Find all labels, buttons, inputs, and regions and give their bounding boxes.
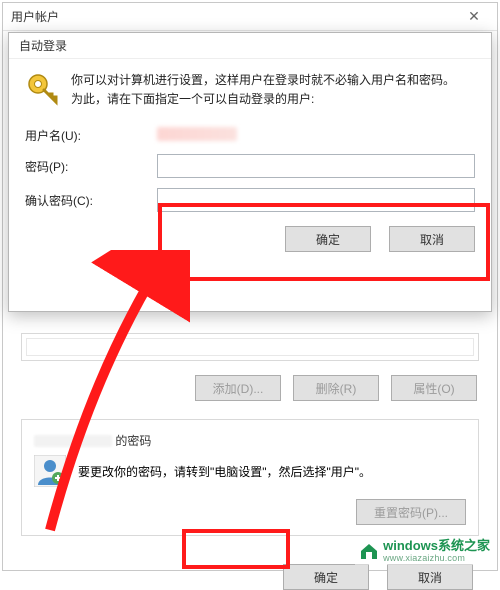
password-note-row: 要更改你的密码，请转到"电脑设置"，然后选择"用户"。 [34,455,466,487]
parent-titlebar[interactable]: 用户帐户 ✕ [3,3,497,31]
parent-ok-button[interactable]: 确定 [283,564,369,590]
account-list-inner [26,338,474,356]
parent-cancel-button[interactable]: 取消 [387,564,473,590]
watermark: windows系统之家 www.xiazaizhu.com [355,537,494,565]
house-icon [359,542,379,560]
password-row: 密码(P): [25,154,475,178]
info-line1: 你可以对计算机进行设置，这样用户在登录时就不必输入用户名和密码。 [71,73,455,87]
remove-button[interactable]: 删除(R) [293,375,379,401]
child-cancel-button[interactable]: 取消 [389,226,475,252]
properties-button[interactable]: 属性(O) [391,375,477,401]
child-ok-button[interactable]: 确定 [285,226,371,252]
key-icon [25,71,61,107]
info-row: 你可以对计算机进行设置，这样用户在登录时就不必输入用户名和密码。 为此，请在下面… [25,71,475,109]
watermark-textblock: windows系统之家 www.xiazaizhu.com [383,539,490,563]
password-input[interactable] [157,154,475,178]
username-row: 用户名(U): [25,127,475,144]
child-actions: 确定 取消 [25,226,475,252]
parent-title-text: 用户帐户 [11,10,59,24]
watermark-line2: www.xiazaizhu.com [383,553,490,563]
info-line2: 为此，请在下面指定一个可以自动登录的用户: [71,92,314,106]
add-button[interactable]: 添加(D)... [195,375,281,401]
user-avatar-icon [34,455,66,487]
account-list-groupbox [21,333,479,361]
auto-login-dialog: 自动登录 你可以对计算机进行设置，这样用户在登录时就不必输入用户名和密码。 为此… [8,32,492,312]
child-titlebar[interactable]: 自动登录 [9,33,491,59]
reset-row: 重置密码(P)... [34,499,466,525]
password-label: 密码(P): [25,158,157,175]
child-title-text: 自动登录 [19,39,67,53]
blurred-username [34,435,112,447]
password-section: 的密码 要更改你的密码，请转到"电脑设置"，然后选择"用户"。 重置密码(P).… [21,419,479,536]
info-text: 你可以对计算机进行设置，这样用户在登录时就不必输入用户名和密码。 为此，请在下面… [71,71,455,109]
child-body: 你可以对计算机进行设置，这样用户在登录时就不必输入用户名和密码。 为此，请在下面… [9,59,491,262]
username-value-blurred [157,127,237,141]
close-icon[interactable]: ✕ [457,6,491,26]
username-label: 用户名(U): [25,127,157,144]
reset-password-button[interactable]: 重置密码(P)... [356,499,466,525]
password-section-title: 的密码 [34,432,466,449]
confirm-label: 确认密码(C): [25,192,157,209]
watermark-line1: windows系统之家 [383,539,490,553]
password-note: 要更改你的密码，请转到"电脑设置"，然后选择"用户"。 [78,463,371,480]
password-title-suffix: 的密码 [115,434,151,448]
confirm-password-input[interactable] [157,188,475,212]
confirm-row: 确认密码(C): [25,188,475,212]
account-buttons-row: 添加(D)... 删除(R) 属性(O) [23,375,477,401]
parent-actions: 确定 取消 [21,564,479,590]
